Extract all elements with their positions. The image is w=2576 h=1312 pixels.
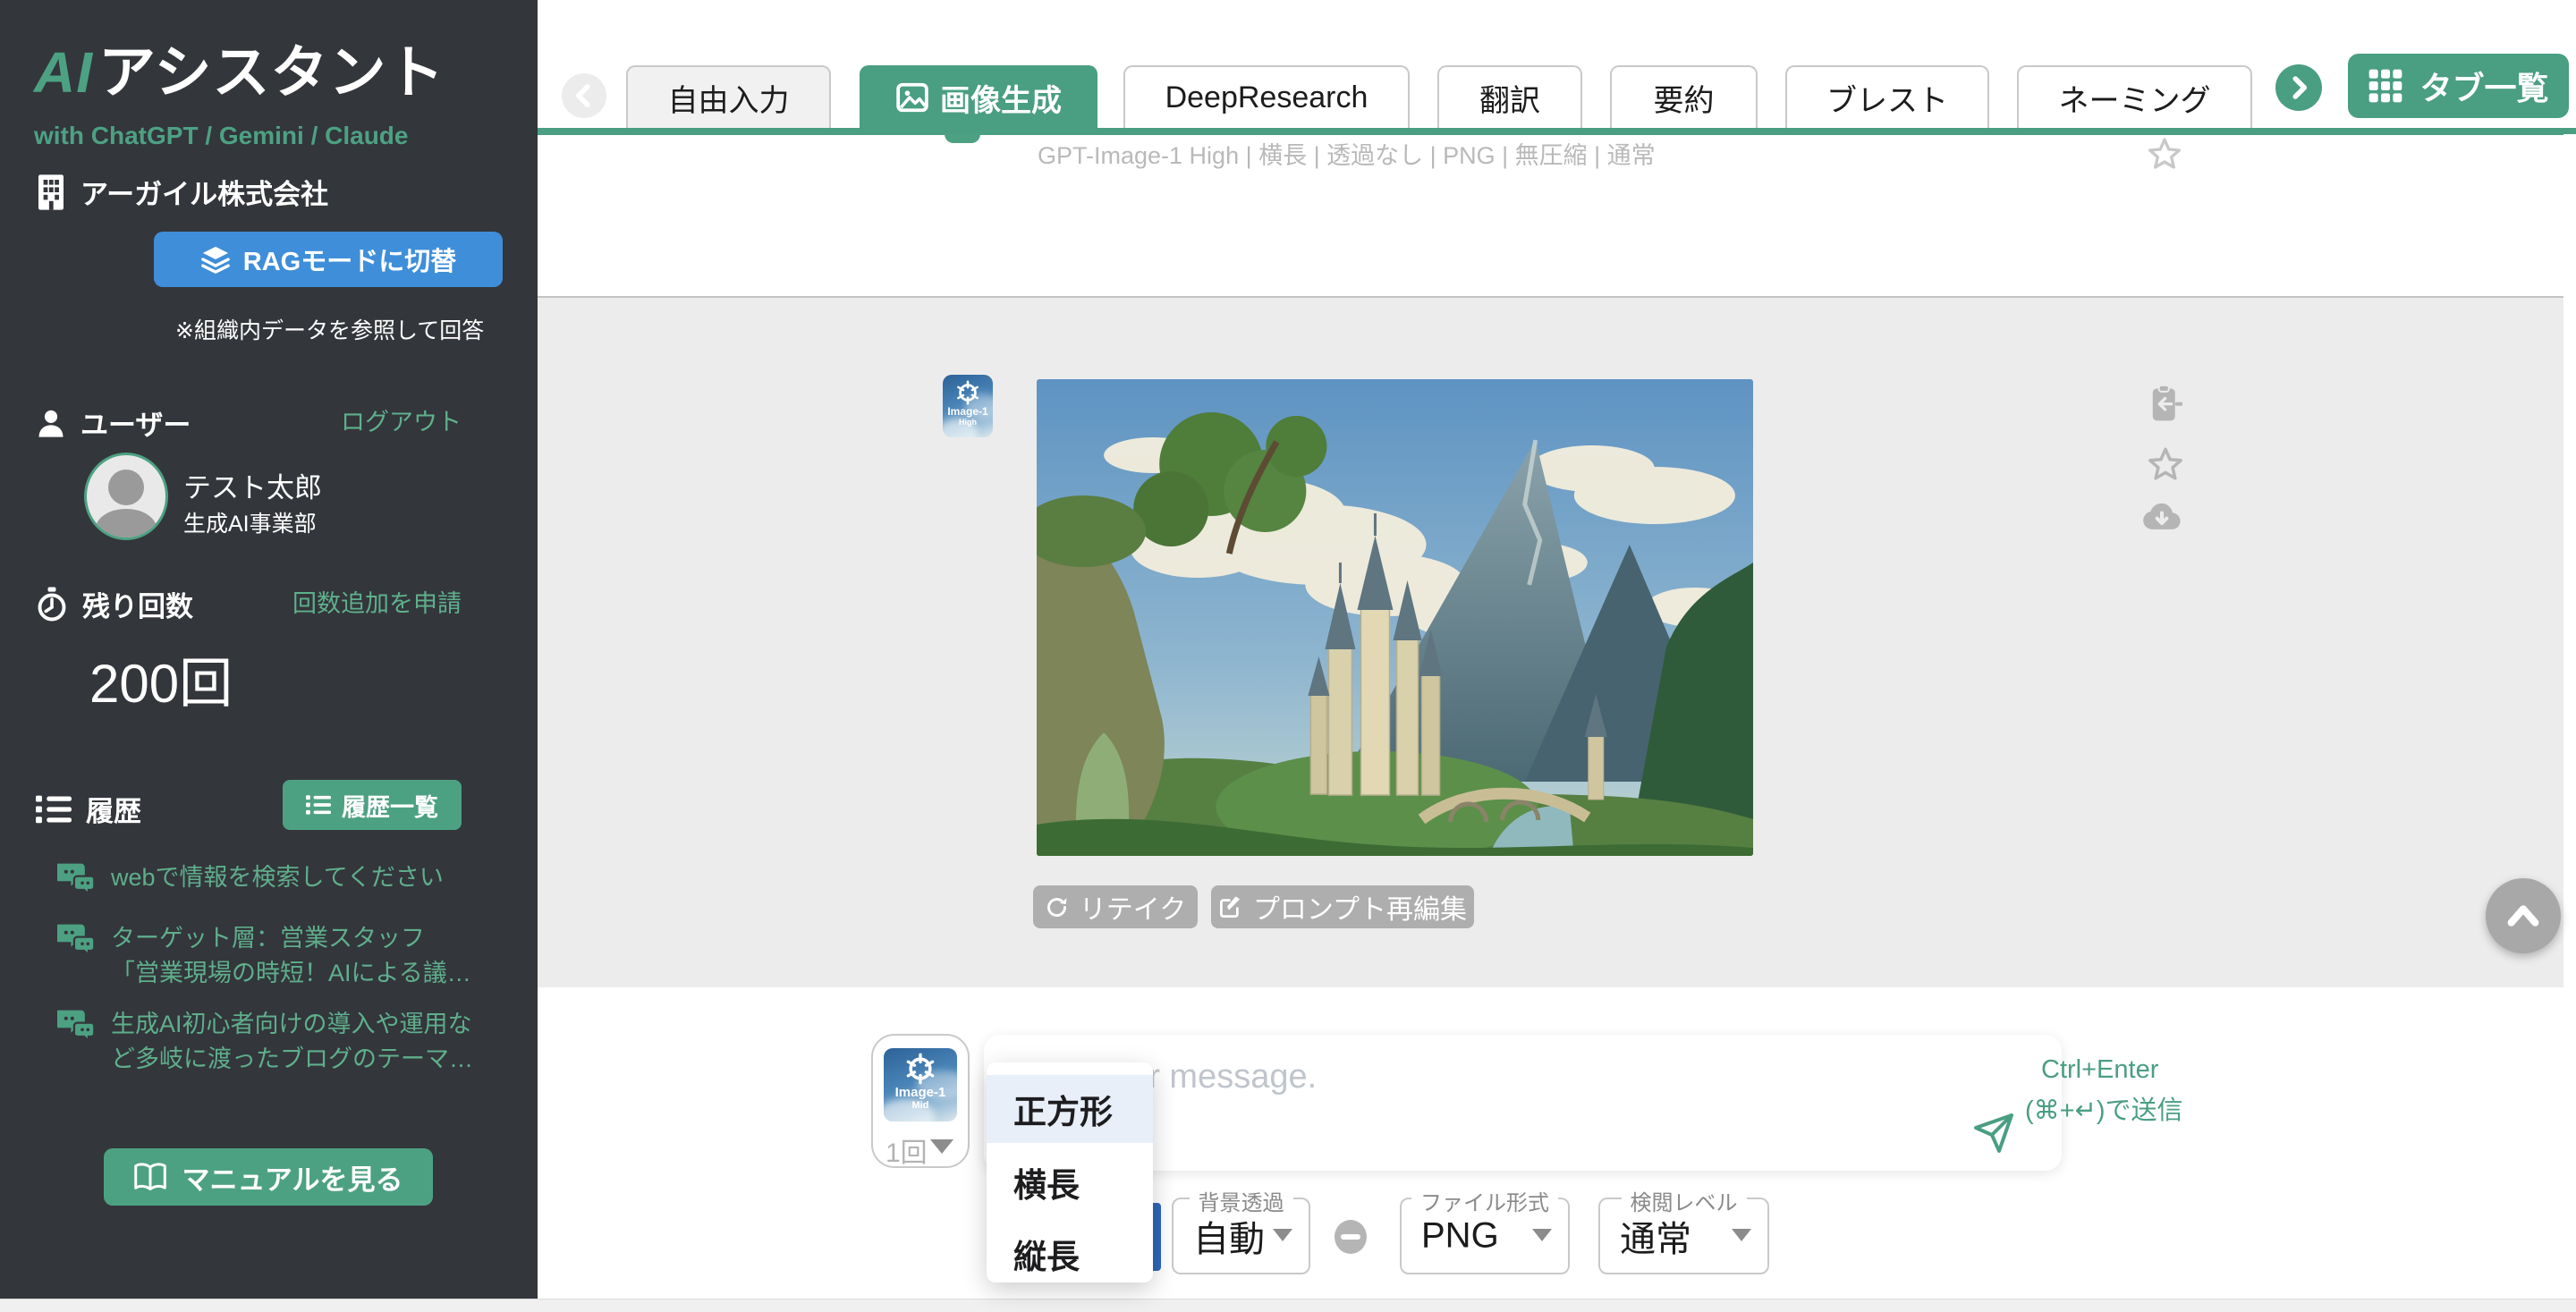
model-selector-chip[interactable]: Image-1 Mid 1回 [871,1034,970,1168]
download-icon[interactable] [2141,499,2182,532]
censorship-level-select[interactable]: 検閲レベル 通常 [1598,1198,1769,1274]
send-shortcut-hint: Ctrl+Enter [2041,1055,2158,1085]
remove-option-icon[interactable] [1335,1220,1367,1254]
app-subtitle: with ChatGPT / Gemini / Claude [34,122,408,150]
size-dropdown-menu: 正方形 横長 縦長 [987,1062,1153,1282]
tabs-scroll-left-button[interactable] [562,73,606,118]
send-icon[interactable] [1972,1112,2015,1155]
rag-mode-button[interactable]: RAGモードに切替 [154,232,503,287]
history-list-button[interactable]: 履歴一覧 [283,780,462,830]
person-icon [36,408,66,438]
chevron-down-icon [1273,1229,1292,1241]
user-department: 生成AI事業部 [183,506,317,538]
sidebar: AIアシスタント with ChatGPT / Gemini / Claude … [0,0,538,1299]
size-option-landscape[interactable]: 横長 [987,1148,1153,1216]
user-name: テスト太郎 [183,465,322,505]
generated-image[interactable] [1037,379,1753,856]
image-icon [895,80,929,114]
favorite-star-icon[interactable] [2147,445,2184,483]
tab-image-generation[interactable]: 画像生成 [860,65,1097,128]
chevron-down-icon [1532,1229,1552,1241]
history-section-header: 履歴 履歴一覧 [36,789,502,829]
tab-translate[interactable]: 翻訳 [1437,65,1582,128]
chat-bubbles-icon [57,921,95,991]
stopwatch-icon [36,587,68,622]
history-item[interactable]: ターゲット層：営業スタッフ「営業現場の時短！AIによる議… [57,921,471,991]
refresh-icon [1045,895,1069,919]
model-badge-high: Image-1 High [943,375,993,437]
chat-bubbles-icon [57,1007,95,1077]
model-badge-mid: Image-1 Mid [884,1048,957,1122]
generation-count: 1回 [886,1130,928,1170]
scroll-to-top-button[interactable] [2486,878,2561,953]
edit-icon [1218,895,1242,919]
history-item[interactable]: webで情報を検索してください [57,860,444,895]
company-row: アーガイル株式会社 [36,172,328,212]
copy-to-prompt-icon[interactable] [2150,385,2182,422]
scrollbar-track[interactable] [2563,134,2576,987]
list-icon [306,794,331,816]
user-section-header: ユーザー ログアウト [36,402,502,443]
app-logo: AIアシスタント [34,27,445,109]
favorite-star-icon[interactable] [2147,136,2182,172]
book-icon [133,1162,167,1192]
tab-brainstorm[interactable]: ブレスト [1785,65,1989,128]
file-format-select[interactable]: ファイル形式 PNG [1400,1198,1570,1274]
list-icon [36,794,72,825]
logout-link[interactable]: ログアウト [341,402,462,437]
chevron-left-icon [571,82,597,109]
generation-meta: GPT-Image-1 High | 横長 | 透過なし | PNG | 無圧縮… [1038,136,1656,171]
background-transparency-select[interactable]: 背景透過 自動 [1172,1198,1310,1274]
tab-summary[interactable]: 要約 [1610,65,1758,128]
tab-free-input[interactable]: 自由入力 [626,65,831,128]
tab-naming[interactable]: ネーミング [2017,65,2252,128]
rag-note: ※組織内データを参照して回答 [175,313,484,345]
retake-button[interactable]: リテイク [1033,885,1198,928]
building-icon [36,174,66,211]
size-option-square[interactable]: 正方形 [987,1075,1153,1143]
company-name: アーガイル株式会社 [80,172,328,212]
chevron-up-icon [2503,895,2544,936]
layers-icon [200,244,231,275]
size-option-portrait[interactable]: 縦長 [987,1220,1153,1288]
request-quota-link[interactable]: 回数追加を申請 [292,584,462,619]
history-item[interactable]: 生成AI初心者向けの導入や運用など多岐に渡ったブログのテーマ… [57,1007,473,1077]
remaining-count: 200回 [89,640,233,718]
send-shortcut-hint2: (⌘+↵)で送信 [2025,1089,2183,1127]
quota-section-header: 残り回数 回数追加を申請 [36,584,502,624]
assistant-avatar-partial [945,134,980,143]
tabs-scroll-right-button[interactable] [2275,64,2322,111]
horizontal-scrollbar[interactable] [0,1299,2576,1312]
active-tab-underline [538,128,2576,135]
user-avatar [84,453,168,540]
reedit-prompt-button[interactable]: プロンプト再編集 [1211,885,1474,928]
grid-icon [2368,68,2403,104]
tab-overview-button[interactable]: タブ一覧 [2348,54,2569,118]
chat-bubbles-icon [57,860,95,895]
chevron-down-icon [1732,1229,1751,1241]
manual-button[interactable]: マニュアルを見る [104,1148,433,1206]
chevron-down-icon [930,1139,953,1154]
tab-deepresearch[interactable]: DeepResearch [1123,65,1410,128]
chevron-right-icon [2285,74,2312,101]
